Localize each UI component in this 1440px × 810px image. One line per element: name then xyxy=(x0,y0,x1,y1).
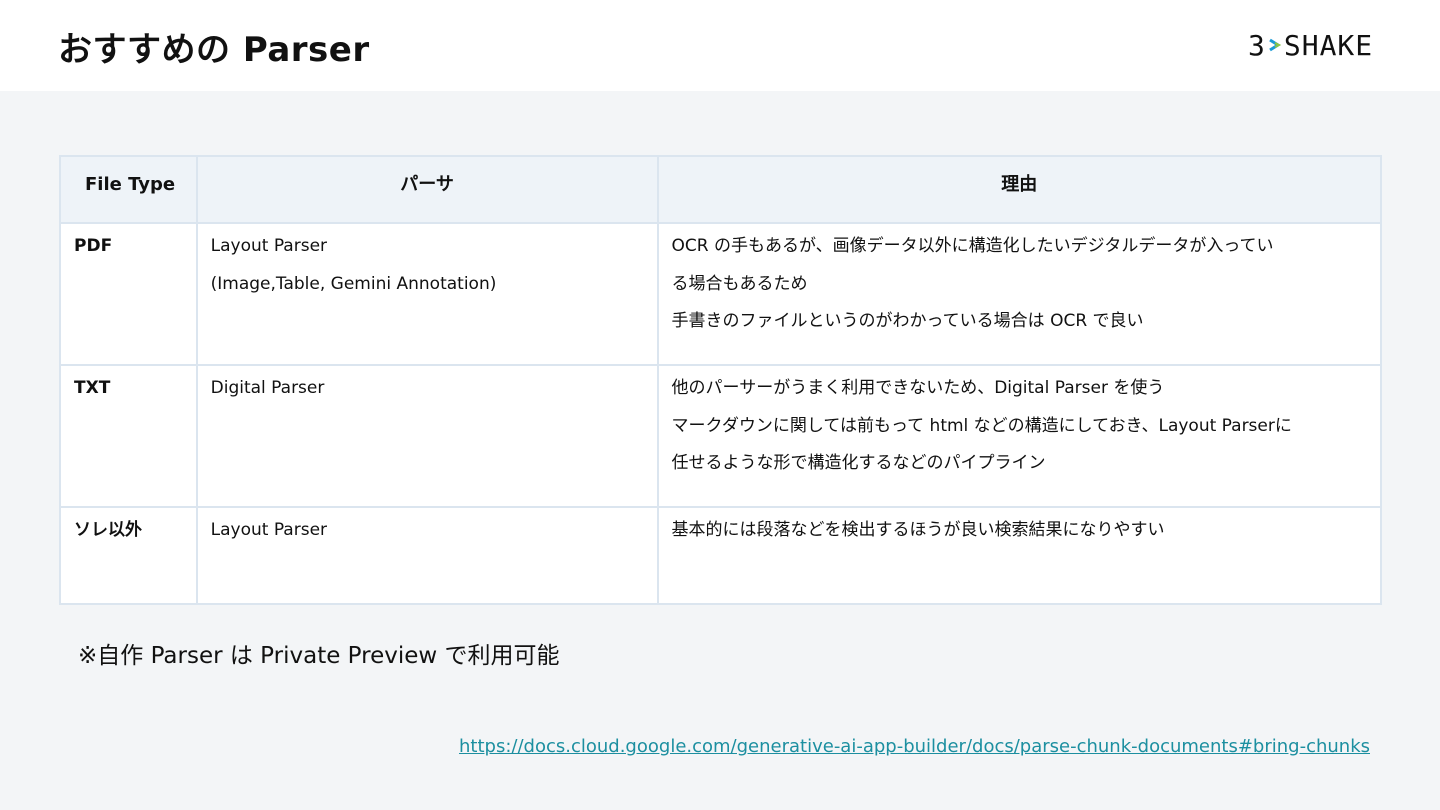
parser-line: Layout Parser xyxy=(210,236,328,256)
parser-table: File Type パーサ 理由 PDF Layout Parser (Imag… xyxy=(59,155,1383,605)
parser-cell: Layout Parser (Image,Table, Gemini Annot… xyxy=(195,222,659,366)
reason-line: 手書きのファイルというのがわかっている場合は OCR で良い xyxy=(671,311,1144,331)
reason-line: 基本的には段落などを検出するほうが良い検索結果になりやすい xyxy=(671,520,1165,540)
column-header-parser: パーサ xyxy=(195,155,659,224)
column-header-file-type: File Type xyxy=(59,155,198,224)
reason-line: る場合もあるため xyxy=(671,273,808,294)
column-header-reason: 理由 xyxy=(656,155,1383,224)
reason-cell: 他のパーサーがうまく利用できないため、Digital Parser を使う マー… xyxy=(656,364,1383,508)
file-type-cell: PDF xyxy=(59,222,198,366)
file-type-cell: ソレ以外 xyxy=(59,506,198,605)
docs-link[interactable]: https://docs.cloud.google.com/generative… xyxy=(459,736,1370,757)
parser-line: Digital Parser xyxy=(210,378,325,398)
slide-header: おすすめの Parser 3 SHAKE xyxy=(0,0,1440,91)
table-header-row: File Type パーサ 理由 xyxy=(59,155,1383,224)
chevron-arrow-icon xyxy=(1269,38,1282,52)
reason-line: OCR の手もあるが、画像データ以外に構造化したいデジタルデータが入ってい xyxy=(671,236,1274,256)
reason-line: マークダウンに関しては前もって html などの構造にしておき、Layout P… xyxy=(671,415,1292,436)
reason-cell: 基本的には段落などを検出するほうが良い検索結果になりやすい xyxy=(656,506,1383,605)
parser-cell: Layout Parser xyxy=(195,506,659,605)
logo-text-right: SHAKE xyxy=(1283,28,1374,62)
file-type-cell: TXT xyxy=(59,364,198,508)
table-row: PDF Layout Parser (Image,Table, Gemini A… xyxy=(59,222,1383,366)
parser-line: (Image,Table, Gemini Annotation) xyxy=(210,273,497,294)
slide-title: おすすめの Parser xyxy=(58,30,370,70)
parser-line: Layout Parser xyxy=(210,520,328,540)
table-row: ソレ以外 Layout Parser 基本的には段落などを検出するほうが良い検索… xyxy=(59,506,1383,605)
reason-line: 任せるような形で構造化するなどのパイプライン xyxy=(671,453,1046,473)
reason-line: 他のパーサーがうまく利用できないため、Digital Parser を使う xyxy=(671,378,1165,398)
company-logo: 3 SHAKE xyxy=(1248,26,1373,64)
private-preview-note: ※自作 Parser は Private Preview で利用可能 xyxy=(78,643,560,669)
table-row: TXT Digital Parser 他のパーサーがうまく利用できないため、Di… xyxy=(59,364,1383,508)
reason-cell: OCR の手もあるが、画像データ以外に構造化したいデジタルデータが入ってい る場… xyxy=(656,222,1383,366)
parser-cell: Digital Parser xyxy=(195,364,659,508)
logo-text-left: 3 xyxy=(1248,28,1266,62)
